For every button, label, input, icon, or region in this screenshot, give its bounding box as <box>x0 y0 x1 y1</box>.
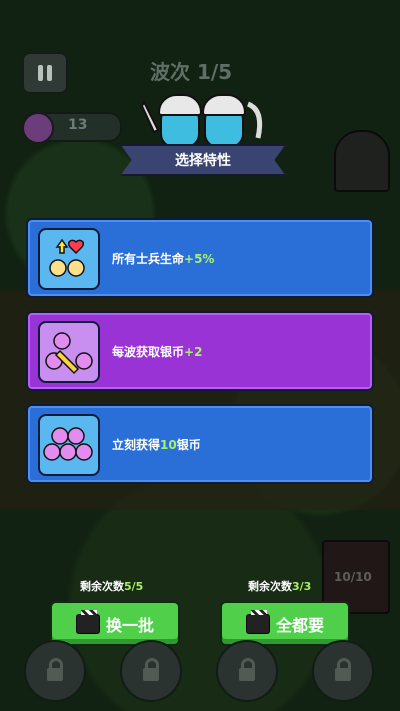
coin-sword-icon <box>38 321 100 383</box>
helmet-icon <box>202 94 246 116</box>
sword-icon <box>140 100 160 134</box>
coin-pile-icon <box>38 414 100 476</box>
soldiers-illustration <box>140 86 270 148</box>
wave-counter: 波次 1/5 <box>150 60 233 84</box>
silver-coin-icon <box>22 112 54 144</box>
card-text: 所有士兵生命+5% <box>112 252 215 266</box>
reroll-remaining: 剩余次数5/5 <box>80 580 144 593</box>
reroll-button[interactable]: 换一批 <box>50 601 180 646</box>
locked-slot-lock-icon <box>120 640 182 702</box>
tail-icon <box>246 101 263 139</box>
pause-button[interactable] <box>22 52 68 94</box>
locked-slot-lock-icon <box>312 640 374 702</box>
banner-title: 选择特性 <box>175 153 231 169</box>
take-all-button[interactable]: 全都要 <box>220 601 350 646</box>
locked-slot-lock-icon <box>216 640 278 702</box>
trait-card-soldier-hp[interactable]: 所有士兵生命+5% <box>26 218 374 298</box>
card-text: 每波获取银币+2 <box>112 345 203 359</box>
card-text: 立刻获得10银币 <box>112 438 201 452</box>
takeall-remaining: 剩余次数3/3 <box>248 580 312 593</box>
pause-icon <box>38 65 43 81</box>
trait-card-coin-per-wave[interactable]: 每波获取银币+2 <box>26 311 374 391</box>
select-trait-banner: 选择特性 <box>120 144 286 176</box>
locked-slot-lock-icon <box>24 640 86 702</box>
trait-card-instant-coins[interactable]: 立刻获得10银币 <box>26 404 374 484</box>
video-ad-icon <box>245 609 270 634</box>
soldiers-heart-icon <box>38 228 100 290</box>
coin-counter: 13 <box>22 112 122 144</box>
coin-value: 13 <box>68 117 88 133</box>
video-ad-icon <box>75 609 100 634</box>
helmet-icon <box>158 94 202 116</box>
